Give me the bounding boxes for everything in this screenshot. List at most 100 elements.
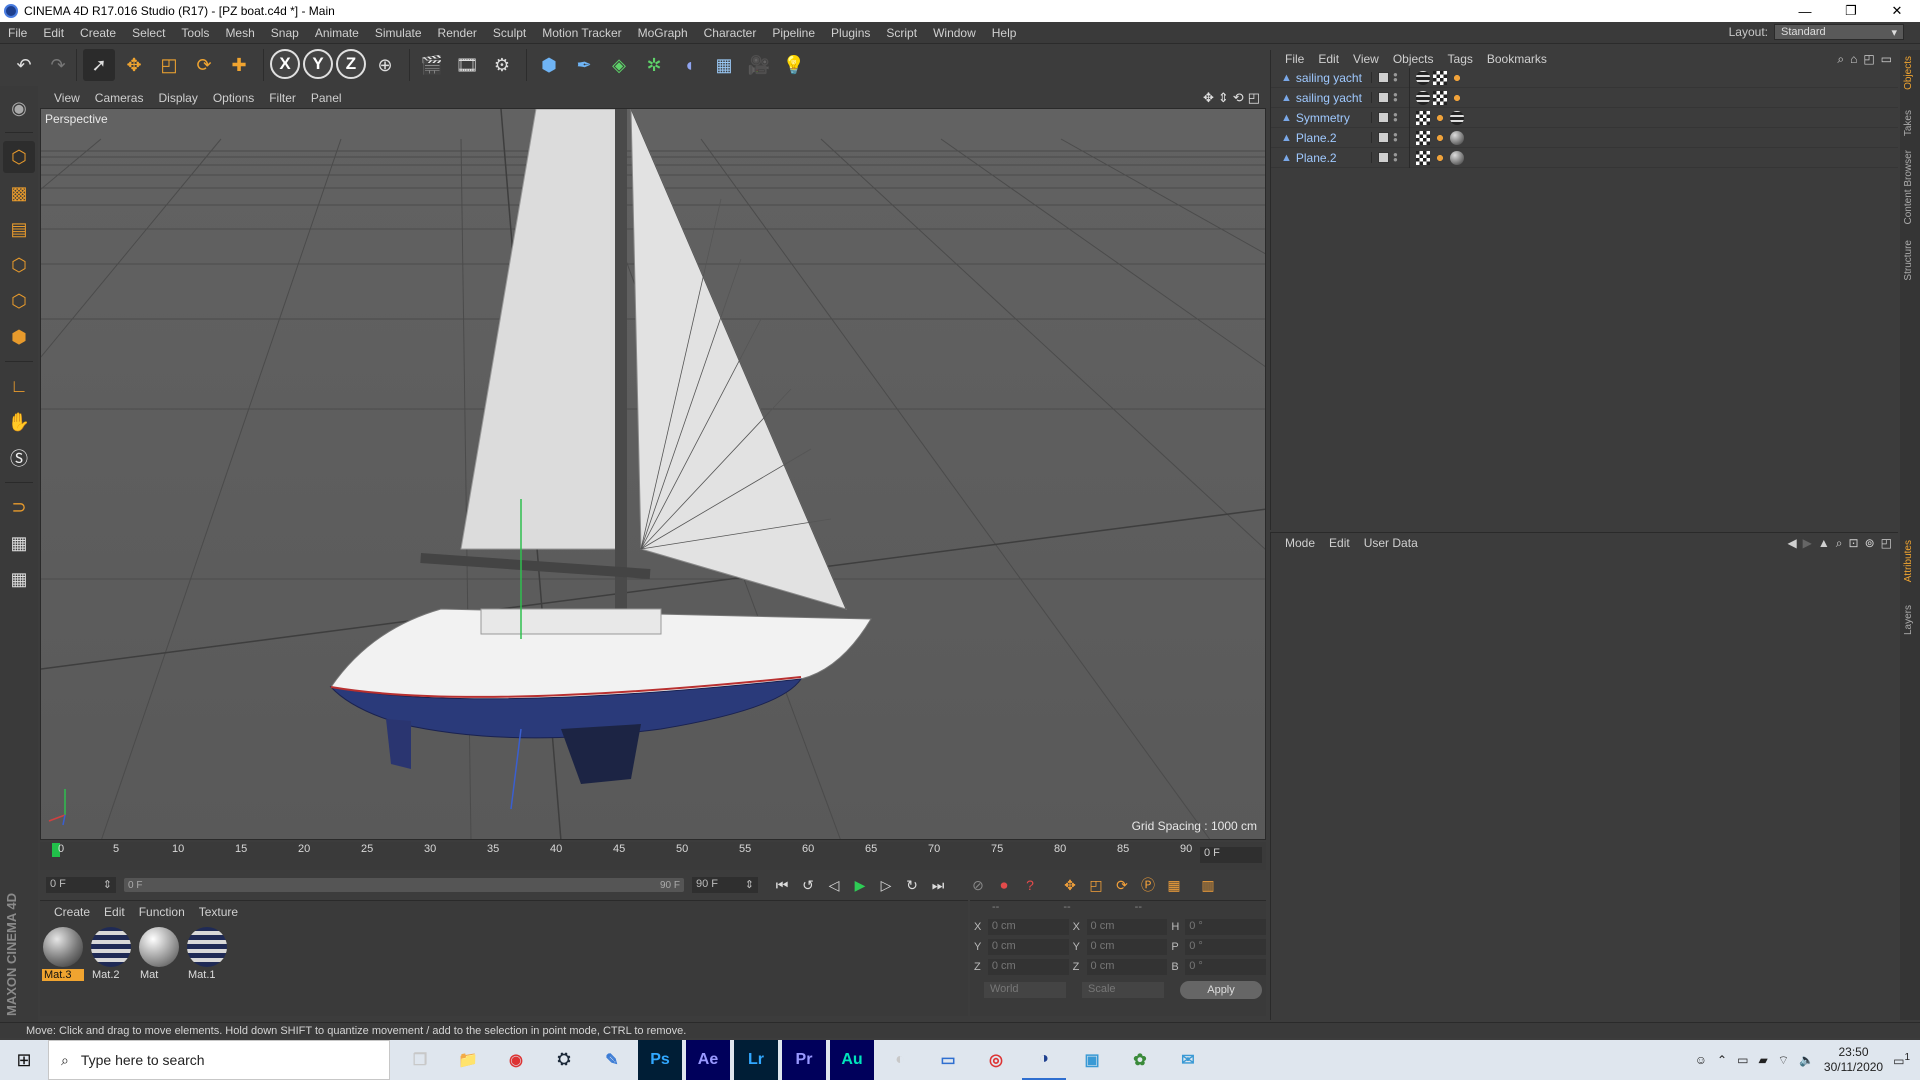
render-picture-viewer-button[interactable]: 🎞 — [451, 49, 483, 81]
coordinate-space-select[interactable]: World — [984, 982, 1066, 998]
taskbar-search-box[interactable]: ⌕ Type here to search — [48, 1040, 390, 1080]
new-window-icon[interactable]: ◰ — [1881, 536, 1892, 551]
visibility-checkbox[interactable] — [1378, 72, 1389, 83]
rotation-b-field[interactable]: 0 ° — [1185, 959, 1267, 975]
floor-button[interactable]: ▦ — [708, 49, 740, 81]
material-tag[interactable] — [1450, 130, 1464, 145]
object-row[interactable]: ▲ Plane.2 ● ● — [1271, 127, 1898, 148]
select-tool-button[interactable]: ➚ — [83, 49, 115, 81]
material-mat2[interactable]: Mat.2 — [90, 927, 132, 983]
editor-render-dots[interactable]: ● ● — [1393, 111, 1399, 124]
key-position-button[interactable]: ✥ — [1058, 873, 1082, 897]
uvw-tag[interactable] — [1416, 150, 1430, 165]
tab-content-browser[interactable]: Content Browser — [1903, 150, 1914, 224]
object-menu-objects[interactable]: Objects — [1393, 52, 1434, 66]
visibility-checkbox[interactable] — [1378, 112, 1389, 123]
phong-tag[interactable] — [1450, 70, 1464, 85]
viewport-menu-filter[interactable]: Filter — [269, 91, 296, 105]
make-editable-button[interactable]: ◉ — [3, 92, 35, 124]
material-menu-create[interactable]: Create — [54, 905, 90, 919]
up-icon[interactable]: ▲ — [1818, 536, 1830, 551]
magnet-button[interactable]: ⊃ — [3, 491, 35, 523]
audition-icon[interactable]: Au — [830, 1040, 874, 1080]
monitor-app-icon[interactable]: ▣ — [1070, 1040, 1114, 1080]
polygons-mode-button[interactable]: ⬢ — [3, 321, 35, 353]
size-y-field[interactable]: 0 cm — [1086, 939, 1168, 955]
photoshop-icon[interactable]: Ps — [638, 1040, 682, 1080]
notifications-icon[interactable]: ▭1 — [1893, 1052, 1910, 1068]
material-menu-edit[interactable]: Edit — [104, 905, 125, 919]
rotate-tool-button[interactable]: ⟳ — [188, 49, 220, 81]
axis-mode-button[interactable]: ∟ — [3, 370, 35, 402]
viewport-menu-options[interactable]: Options — [213, 91, 254, 105]
object-menu-tags[interactable]: Tags — [1448, 52, 1473, 66]
frame-ruler[interactable]: 0 5 10 15 20 25 30 35 40 45 50 55 60 65 … — [52, 842, 1202, 868]
menu-help[interactable]: Help — [984, 26, 1025, 40]
forward-icon[interactable]: ▶ — [1803, 536, 1812, 551]
phong-tag[interactable] — [1433, 130, 1447, 145]
collapse-icon[interactable]: ▭ — [1881, 52, 1892, 67]
material-menu-function[interactable]: Function — [139, 905, 185, 919]
cube-primitive-button[interactable]: ⬢ — [533, 49, 565, 81]
menu-simulate[interactable]: Simulate — [367, 26, 430, 40]
z-axis-lock-button[interactable]: Z — [336, 49, 366, 79]
maximize-view-icon[interactable]: ◰ — [1248, 90, 1260, 106]
orbit-icon[interactable]: ⟲ — [1233, 90, 1244, 106]
menu-create[interactable]: Create — [72, 26, 124, 40]
object-row[interactable]: ▲ sailing yacht ● ● — [1271, 87, 1898, 108]
rotation-h-field[interactable]: 0 ° — [1185, 919, 1267, 935]
array-button[interactable]: ✲ — [638, 49, 670, 81]
viewport-3d[interactable]: Perspective Grid Spacing : 1000 cm — [40, 108, 1266, 840]
task-view-icon[interactable]: ❐ — [398, 1040, 442, 1080]
end-frame-field[interactable]: 90 F ⇕ — [692, 877, 758, 893]
motion-record-button[interactable]: ⊘ — [966, 873, 990, 897]
size-x-field[interactable]: 0 cm — [1086, 919, 1168, 935]
size-z-field[interactable]: 0 cm — [1086, 959, 1168, 975]
material-tag[interactable] — [1450, 110, 1464, 125]
previous-frame-button[interactable]: ◁ — [822, 873, 846, 897]
menu-sculpt[interactable]: Sculpt — [485, 26, 534, 40]
mail-icon[interactable]: ✉ — [1166, 1040, 1210, 1080]
viewport-menu-cameras[interactable]: Cameras — [95, 91, 144, 105]
position-y-field[interactable]: 0 cm — [987, 939, 1069, 955]
uvw-tag[interactable] — [1433, 70, 1447, 85]
undo-button[interactable]: ↶ — [8, 49, 40, 81]
file-explorer-icon[interactable]: 📁 — [446, 1040, 490, 1080]
menu-edit[interactable]: Edit — [35, 26, 72, 40]
points-mode-button[interactable]: ⬡ — [3, 249, 35, 281]
editor-render-dots[interactable]: ● ● — [1393, 151, 1399, 164]
premiere-icon[interactable]: Pr — [782, 1040, 826, 1080]
chrome-icon[interactable]: ◉ — [494, 1040, 538, 1080]
material-tag[interactable] — [1450, 150, 1464, 165]
autokeying-button[interactable]: ? — [1018, 873, 1042, 897]
new-view-icon[interactable]: ◰ — [1863, 52, 1874, 67]
menu-animate[interactable]: Animate — [307, 26, 367, 40]
light-button[interactable]: 💡 — [778, 49, 810, 81]
volume-icon[interactable]: 🔈 — [1799, 1053, 1814, 1067]
tweak-mode-button[interactable]: ✋ — [3, 406, 35, 438]
material-tag[interactable] — [1416, 90, 1430, 105]
back-icon[interactable]: ◀ — [1787, 536, 1796, 551]
key-rotation-button[interactable]: ⟳ — [1110, 873, 1134, 897]
render-settings-button[interactable]: ⚙ — [486, 49, 518, 81]
phong-tag[interactable] — [1433, 110, 1447, 125]
rotation-p-field[interactable]: 0 ° — [1185, 939, 1267, 955]
tab-takes[interactable]: Takes — [1903, 110, 1914, 136]
object-row[interactable]: ▲ Symmetry ● ● — [1271, 107, 1898, 128]
workplane-mode-button[interactable]: ▤ — [3, 213, 35, 245]
timeline-window-button[interactable]: ▥ — [1196, 873, 1220, 897]
editor-render-dots[interactable]: ● ● — [1393, 131, 1399, 144]
y-axis-lock-button[interactable]: Y — [303, 49, 333, 79]
menu-mograph[interactable]: MoGraph — [630, 26, 696, 40]
viewport-menu-panel[interactable]: Panel — [311, 91, 342, 105]
next-key-button[interactable]: ↻ — [900, 873, 924, 897]
menu-pipeline[interactable]: Pipeline — [764, 26, 823, 40]
object-menu-file[interactable]: File — [1285, 52, 1304, 66]
redo-button[interactable]: ↷ — [42, 49, 74, 81]
notepad-icon[interactable]: ✎ — [590, 1040, 634, 1080]
key-scale-button[interactable]: ◰ — [1084, 873, 1108, 897]
snap-button[interactable]: Ⓢ — [3, 442, 35, 474]
tree-app-icon[interactable]: ✿ — [1118, 1040, 1162, 1080]
wifi-icon[interactable]: ⌔ — [1778, 1053, 1789, 1068]
lock-icon[interactable]: ⊡ — [1849, 536, 1859, 551]
